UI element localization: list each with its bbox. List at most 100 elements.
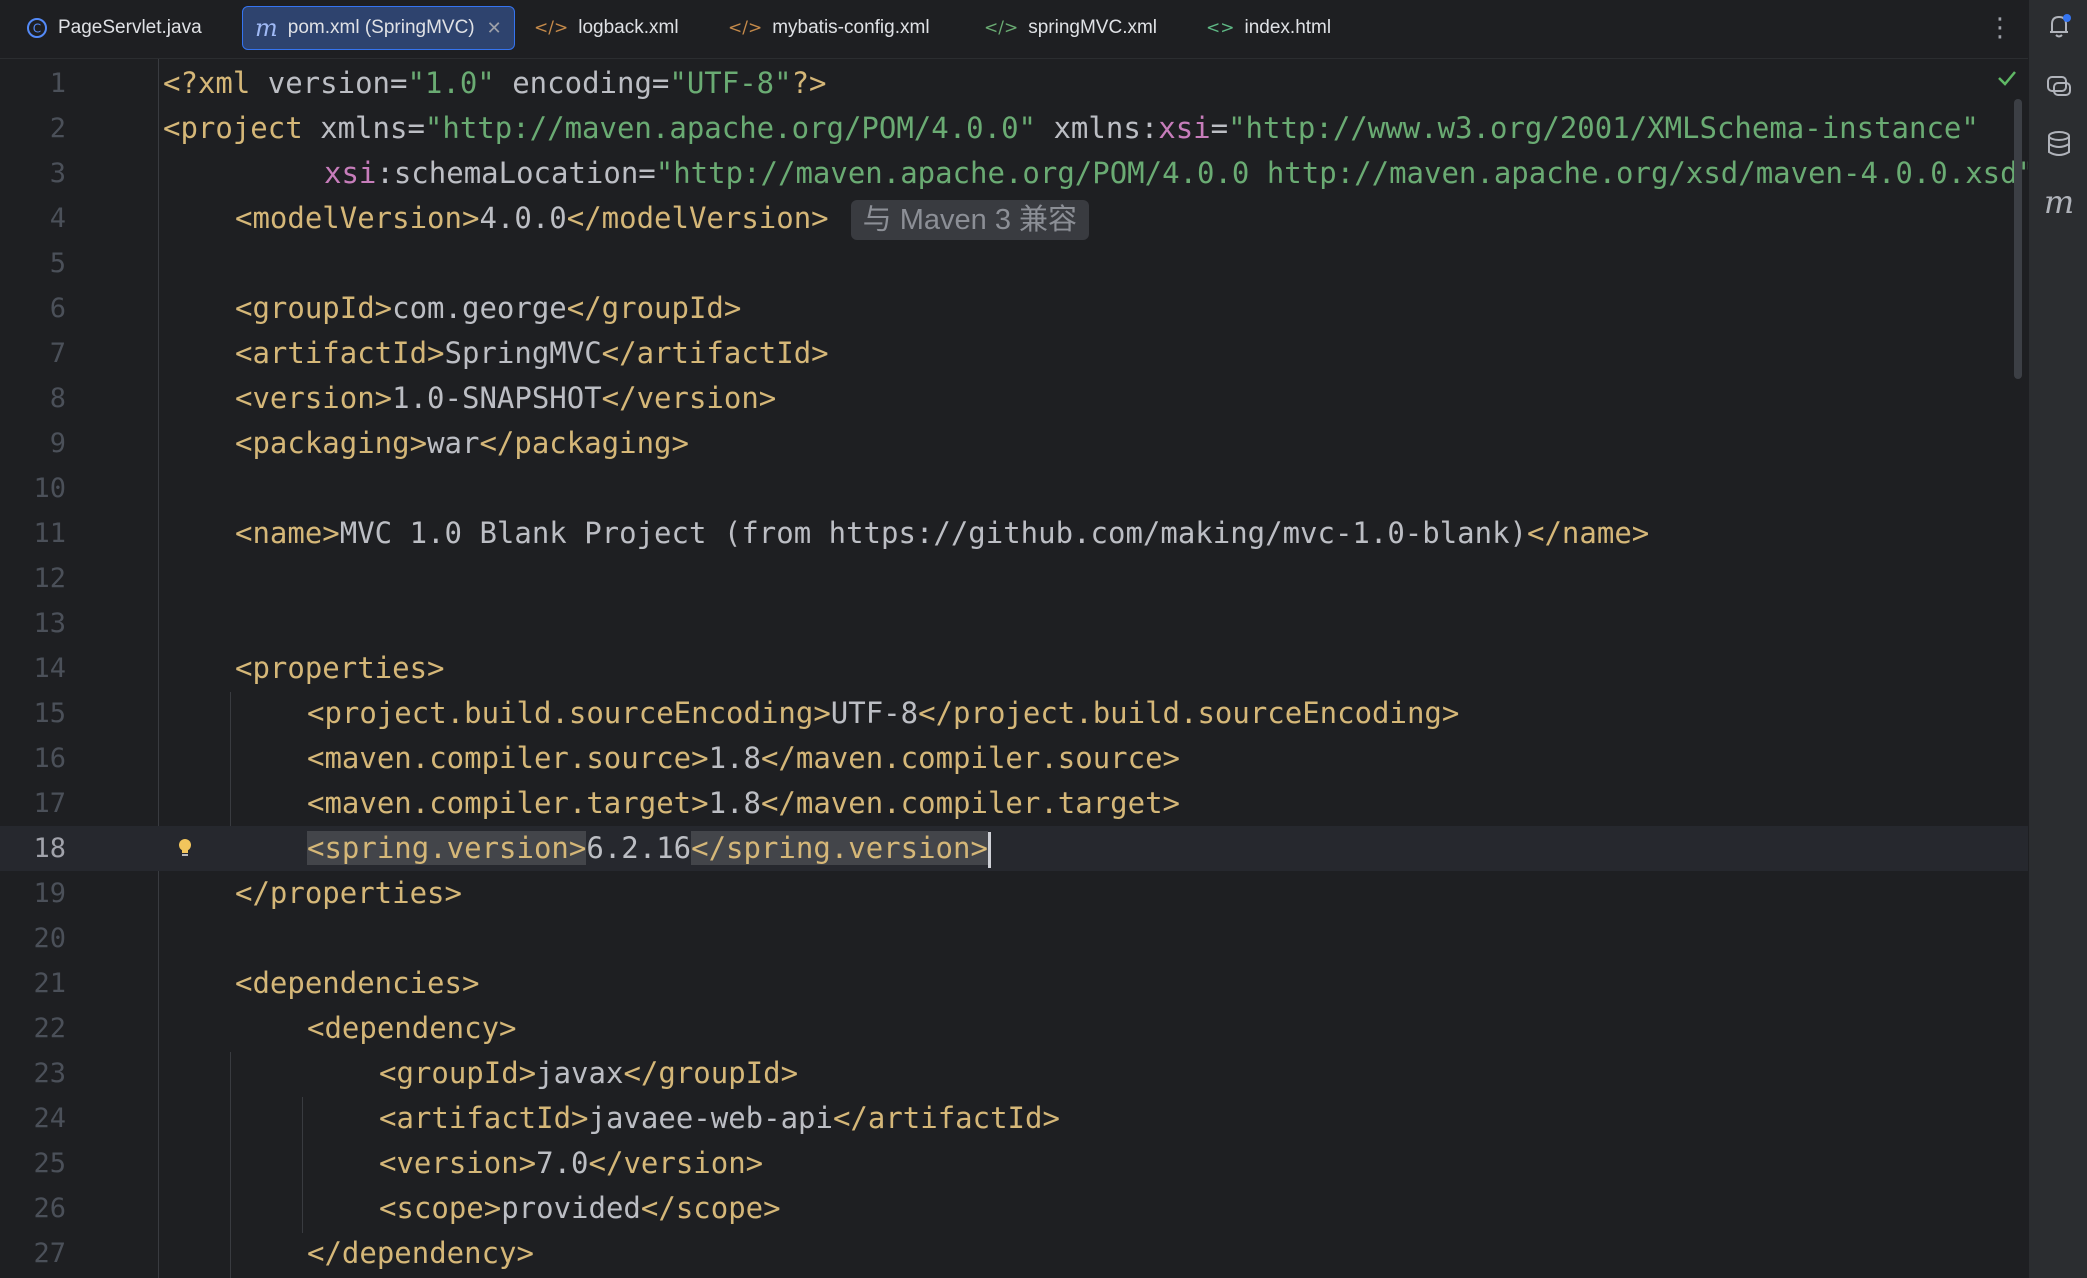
line-number: 9 xyxy=(49,428,66,459)
line-number: 18 xyxy=(33,833,66,864)
code-text: <?xml version="1.0" encoding="UTF-8"?> xyxy=(163,66,827,100)
code-text: <project xmlns="http://maven.apache.org/… xyxy=(163,111,1979,145)
code-line: 13 xyxy=(0,601,2028,646)
tab-pageservlet-java[interactable]: C PageServlet.java xyxy=(26,6,202,50)
line-number: 10 xyxy=(33,473,66,504)
code-line: 20 xyxy=(0,916,2028,961)
code-line: 8 <version>1.0-SNAPSHOT</version> xyxy=(0,376,2028,421)
code-line: 23 <groupId>javax</groupId> xyxy=(0,1051,2028,1096)
maven-icon: m xyxy=(255,14,278,42)
code-line: 24 <artifactId>javaee-web-api</artifactI… xyxy=(0,1096,2028,1141)
code-line: 16 <maven.compiler.source>1.8</maven.com… xyxy=(0,736,2028,781)
tab-pom-xml[interactable]: m pom.xml (SpringMVC) ✕ xyxy=(242,6,515,50)
tab-label: logback.xml xyxy=(578,17,679,38)
code-line: 15 <project.build.sourceEncoding>UTF-8</… xyxy=(0,691,2028,736)
line-number: 23 xyxy=(33,1058,66,1089)
code-line: 7 <artifactId>SpringMVC</artifactId> xyxy=(0,331,2028,376)
tab-label: mybatis-config.xml xyxy=(772,17,930,38)
line-number: 22 xyxy=(33,1013,66,1044)
maven-icon[interactable]: m xyxy=(2041,183,2077,221)
code-line: 3 xsi:schemaLocation="http://maven.apach… xyxy=(0,151,2028,196)
close-icon[interactable]: ✕ xyxy=(487,18,502,39)
tab-label: springMVC.xml xyxy=(1028,17,1158,38)
ai-assistant-icon[interactable] xyxy=(2041,68,2077,104)
tab-springmvc-xml[interactable]: </> springMVC.xml xyxy=(984,6,1157,50)
line-number: 21 xyxy=(33,968,66,999)
line-number: 5 xyxy=(49,248,66,279)
vertical-scrollbar[interactable] xyxy=(2014,99,2022,379)
code-line: 27 </dependency> xyxy=(0,1231,2028,1276)
line-number: 8 xyxy=(49,383,66,414)
line-number: 20 xyxy=(33,923,66,954)
xml-icon: </> xyxy=(534,18,569,38)
code-text: <properties> xyxy=(235,651,445,685)
line-number: 11 xyxy=(33,518,66,549)
line-number: 19 xyxy=(33,878,66,909)
right-toolbar: m xyxy=(2028,0,2087,1278)
code-text: <dependencies> xyxy=(235,966,480,1000)
line-number: 17 xyxy=(33,788,66,819)
line-number: 4 xyxy=(49,203,66,234)
code-line: 17 <maven.compiler.target>1.8</maven.com… xyxy=(0,781,2028,826)
line-number: 16 xyxy=(33,743,66,774)
line-number: 12 xyxy=(33,563,66,594)
code-text: <packaging>war</packaging> xyxy=(235,426,689,460)
tab-label: pom.xml (SpringMVC) xyxy=(287,17,475,38)
code-text: </properties> xyxy=(235,876,462,910)
code-line: 19 </properties> xyxy=(0,871,2028,916)
tab-label: PageServlet.java xyxy=(58,17,202,38)
more-tabs-icon[interactable]: ⋮ xyxy=(1987,10,2013,46)
code-text: <dependency> xyxy=(307,1011,517,1045)
line-number: 27 xyxy=(33,1238,66,1269)
code-text: <artifactId>javaee-web-api</artifactId> xyxy=(379,1101,1060,1135)
editor-tab-bar: C PageServlet.java m pom.xml (SpringMVC)… xyxy=(0,0,2028,59)
code-line: 11 <name>MVC 1.0 Blank Project (from htt… xyxy=(0,511,2028,556)
tab-label: index.html xyxy=(1244,17,1332,38)
text-caret xyxy=(987,832,991,868)
line-number: 24 xyxy=(33,1103,66,1134)
code-line: 9 <packaging>war</packaging> xyxy=(0,421,2028,466)
line-number: 15 xyxy=(33,698,66,729)
line-number: 13 xyxy=(33,608,66,639)
code-text: <scope>provided</scope> xyxy=(379,1191,781,1225)
code-line: 14 <properties> xyxy=(0,646,2028,691)
line-number: 25 xyxy=(33,1148,66,1179)
java-class-icon: C xyxy=(26,17,48,39)
code-text: <version>1.0-SNAPSHOT</version> xyxy=(235,381,777,415)
tab-index-html[interactable]: <> index.html xyxy=(1206,6,1331,50)
code-editor[interactable]: 1 <?xml version="1.0" encoding="UTF-8"?>… xyxy=(0,59,2028,1278)
code-text: xsi:schemaLocation="http://maven.apache.… xyxy=(324,156,2028,190)
code-line: 25 <version>7.0</version> xyxy=(0,1141,2028,1186)
code-line: 26 <scope>provided</scope> xyxy=(0,1186,2028,1231)
code-line: 21 <dependencies> xyxy=(0,961,2028,1006)
line-number: 6 xyxy=(49,293,66,324)
code-line: 5 xyxy=(0,241,2028,286)
line-number: 1 xyxy=(49,68,66,99)
code-line: 6 <groupId>com.george</groupId> xyxy=(0,286,2028,331)
svg-text:C: C xyxy=(33,22,41,36)
code-line: 4 <modelVersion>4.0.0</modelVersion> 与 Ma… xyxy=(0,196,2028,241)
code-text: <name>MVC 1.0 Blank Project (from https:… xyxy=(235,516,1650,550)
code-text: <maven.compiler.source>1.8</maven.compil… xyxy=(307,741,1180,775)
maven-compat-inlay-hint[interactable]: 与 Maven 3 兼容 xyxy=(850,200,1089,240)
code-line: 1 <?xml version="1.0" encoding="UTF-8"?> xyxy=(0,61,2028,106)
code-text: <groupId>javax</groupId> xyxy=(379,1056,799,1090)
line-number: 7 xyxy=(49,338,66,369)
tab-mybatis-config-xml[interactable]: </> mybatis-config.xml xyxy=(728,6,930,50)
code-text: <artifactId>SpringMVC</artifactId> xyxy=(235,336,829,370)
code-line: 12 xyxy=(0,556,2028,601)
code-line: 10 xyxy=(0,466,2028,511)
tab-logback-xml[interactable]: </> logback.xml xyxy=(534,6,679,50)
code-line: 22 <dependency> xyxy=(0,1006,2028,1051)
code-line: 2 <project xmlns="http://maven.apache.or… xyxy=(0,106,2028,151)
line-number: 14 xyxy=(33,653,66,684)
spring-xml-icon: </> xyxy=(984,18,1019,38)
xml-icon: </> xyxy=(728,18,763,38)
database-icon[interactable] xyxy=(2041,126,2077,162)
code-text: <project.build.sourceEncoding>UTF-8</pro… xyxy=(307,696,1460,730)
code-text: <maven.compiler.target>1.8</maven.compil… xyxy=(307,786,1180,820)
code-text: <version>7.0</version> xyxy=(379,1146,764,1180)
lightbulb-icon[interactable] xyxy=(174,826,196,871)
code-text: <spring.version>6.2.16</spring.version> xyxy=(307,826,991,871)
notifications-icon[interactable] xyxy=(2041,8,2077,44)
